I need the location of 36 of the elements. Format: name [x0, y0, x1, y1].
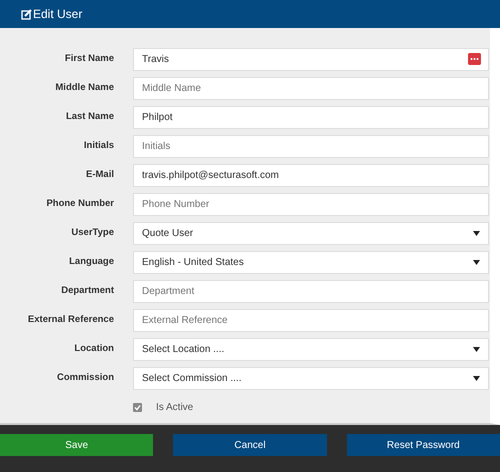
input-field[interactable]: Travis — [133, 48, 489, 71]
caret-icon — [473, 376, 480, 381]
caret-icon — [473, 260, 480, 265]
field-label: Commission — [56, 371, 114, 386]
action-button[interactable]: Reset Password — [346, 434, 500, 456]
input-field[interactable]: Middle Name — [133, 77, 489, 100]
checkbox-label: Is Active — [156, 401, 194, 415]
input-field[interactable]: Philpot — [133, 106, 489, 129]
select-field[interactable]: Select Commission .... — [133, 367, 489, 390]
field-label: Location — [73, 342, 114, 356]
field-label: Language — [68, 255, 114, 270]
input-field[interactable]: External Reference — [133, 309, 489, 332]
field-label: Last Name — [64, 110, 114, 124]
field-label: Initials — [82, 139, 114, 154]
field-label: Phone Number — [45, 197, 114, 212]
window-title: Edit User — [21, 5, 82, 23]
active-checkbox[interactable] — [133, 403, 142, 412]
select-field[interactable]: Select Location .... — [133, 338, 489, 361]
edit-icon — [21, 8, 32, 20]
input-field[interactable]: Department — [133, 280, 489, 303]
input-field[interactable]: Initials — [133, 135, 489, 158]
save-button[interactable]: Save — [0, 434, 154, 456]
field-label: Department — [60, 284, 114, 298]
field-label: Middle Name — [54, 81, 114, 96]
input-field[interactable]: Phone Number — [133, 193, 489, 216]
field-label: External Reference — [26, 313, 114, 328]
caret-icon — [473, 347, 480, 352]
select-field[interactable]: English - United States — [133, 251, 489, 274]
caret-icon — [473, 231, 480, 236]
field-label: E-Mail — [85, 168, 114, 182]
action-button[interactable]: Cancel — [173, 434, 327, 456]
select-field[interactable]: Quote User — [133, 222, 489, 245]
field-label: First Name — [64, 52, 114, 66]
input-field[interactable]: travis.philpot@secturasoft.com — [133, 164, 489, 187]
field-label: UserType — [70, 226, 114, 240]
autofill-icon[interactable] — [468, 53, 481, 65]
